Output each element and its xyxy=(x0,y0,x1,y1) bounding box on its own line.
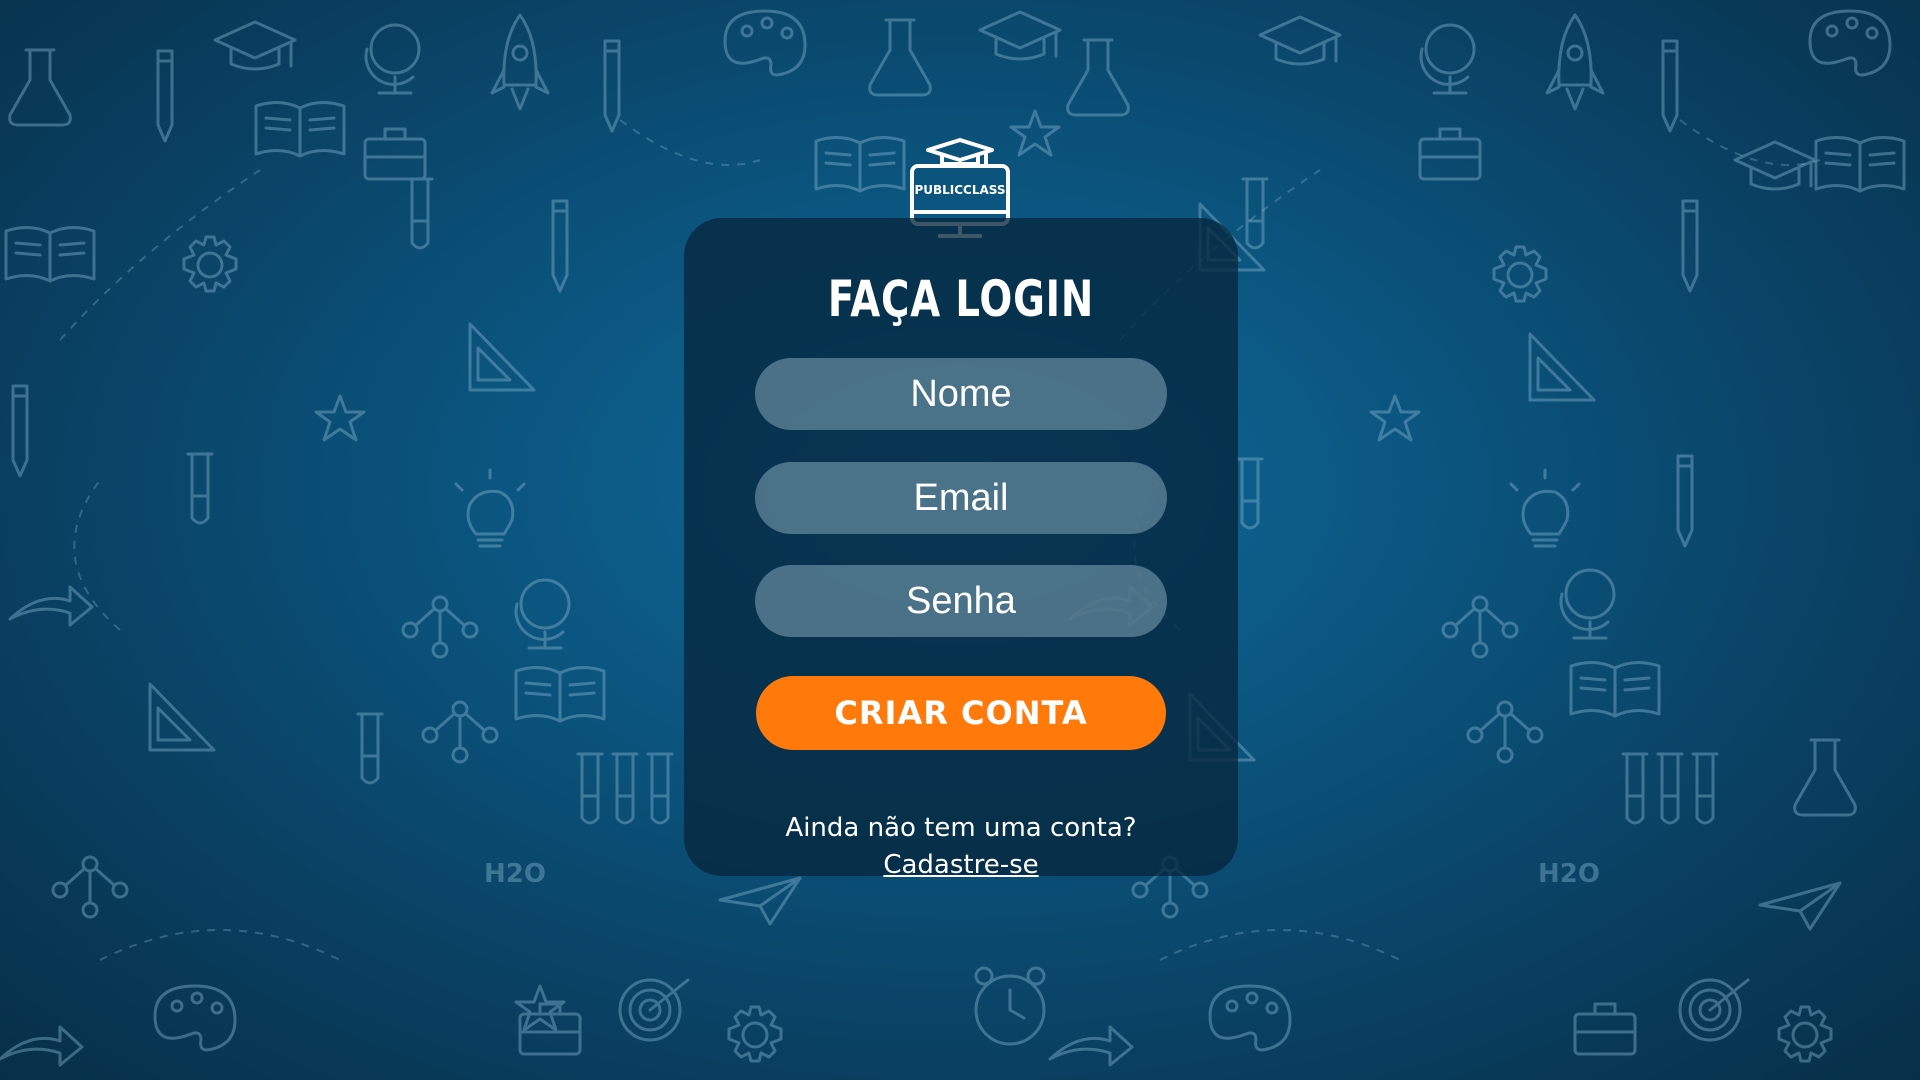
create-account-button[interactable]: CRIAR CONTA xyxy=(756,676,1166,750)
name-input[interactable] xyxy=(755,358,1167,430)
password-input[interactable] xyxy=(755,565,1167,637)
h2o-label: H2O xyxy=(484,859,546,889)
signup-link[interactable]: Cadastre-se xyxy=(883,850,1038,880)
signup-prompt-text: Ainda não tem uma conta? Cadastre-se xyxy=(724,810,1198,884)
login-card: FAÇA LOGIN CRIAR CONTA Ainda não tem uma… xyxy=(684,218,1238,880)
h2o-label-right: H2O xyxy=(1538,859,1600,889)
page-title: FAÇA LOGIN xyxy=(827,270,1095,328)
logo-text: PUBLICCLASS xyxy=(914,183,1005,197)
email-input[interactable] xyxy=(755,462,1167,534)
signup-prompt: Ainda não tem uma conta? xyxy=(785,813,1137,843)
